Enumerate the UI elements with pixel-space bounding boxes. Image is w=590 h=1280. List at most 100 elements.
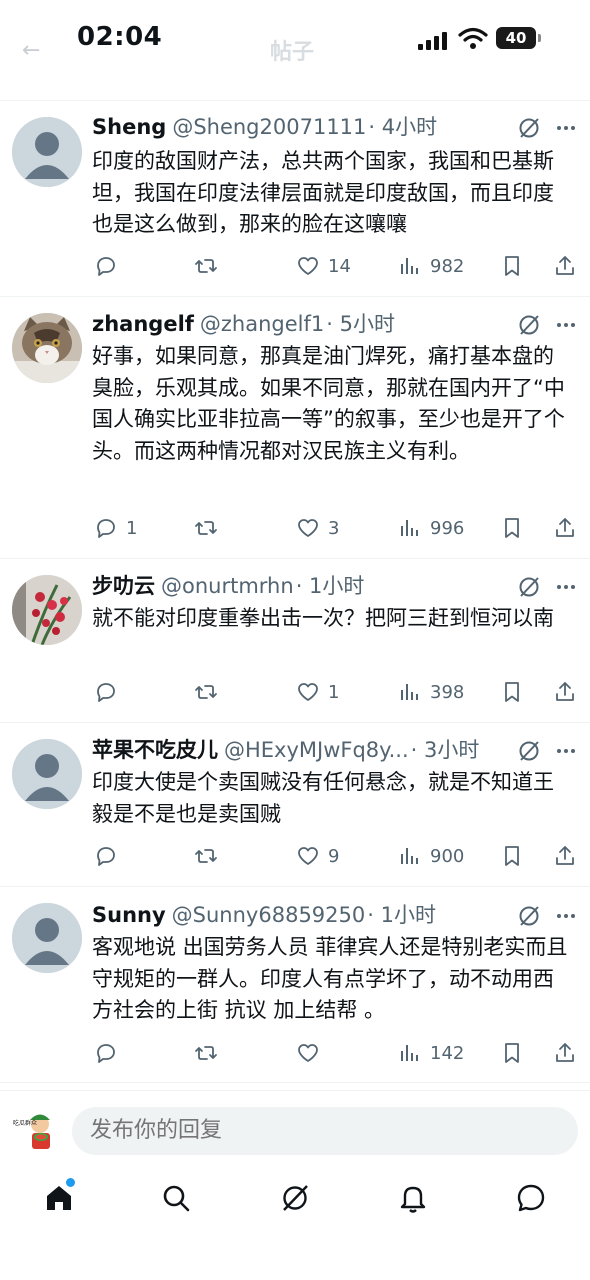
handle[interactable]: @onurtmrhn: [161, 574, 294, 598]
repost-button[interactable]: [194, 251, 226, 281]
display-name[interactable]: 步叻云: [92, 574, 155, 598]
grok-icon[interactable]: [517, 739, 541, 763]
reply-icon: [97, 257, 115, 276]
grok-icon[interactable]: [517, 313, 541, 337]
handle[interactable]: @Sheng20071111: [172, 115, 366, 139]
display-name[interactable]: 苹果不吃皮儿: [92, 738, 218, 762]
grok-icon[interactable]: [517, 116, 541, 140]
views-button[interactable]: 900: [398, 841, 464, 871]
tab-grok[interactable]: [279, 1182, 311, 1214]
display-name[interactable]: Sheng: [92, 115, 166, 139]
like-button[interactable]: 14: [296, 251, 351, 281]
reply-button[interactable]: 1: [94, 513, 137, 543]
default-avatar[interactable]: [12, 903, 82, 973]
reply-icon: [97, 847, 115, 866]
share-button[interactable]: [553, 1038, 577, 1068]
reply-button[interactable]: [94, 841, 126, 871]
back-arrow-icon[interactable]: ←: [22, 38, 40, 63]
battery-tip: [538, 34, 541, 42]
status-time: 02:04: [77, 22, 163, 52]
repost-button[interactable]: [194, 841, 226, 871]
views-button[interactable]: 398: [398, 677, 464, 707]
views-button[interactable]: 142: [398, 1038, 464, 1068]
my-avatar[interactable]: 吃瓜群众: [12, 1107, 58, 1153]
bookmark-icon: [505, 1043, 519, 1063]
like-button[interactable]: 9: [296, 841, 339, 871]
reply-post[interactable]: 步叻云 @onurtmrhn· 1小时 就不能对印度重拳出击一次？把阿三赶到恒河以…: [0, 559, 590, 723]
repost-button[interactable]: [194, 1038, 226, 1068]
bookmark-button[interactable]: [500, 1038, 524, 1068]
view-count: 982: [430, 255, 465, 277]
bookmark-button[interactable]: [500, 251, 524, 281]
share-button[interactable]: [553, 677, 577, 707]
view-count: 996: [430, 517, 465, 539]
messages-icon: [517, 1184, 545, 1212]
share-button[interactable]: [553, 513, 577, 543]
more-options-icon[interactable]: [556, 906, 576, 926]
post-text: 印度的敌国财产法，总共两个国家，我国和巴基斯坦，我国在印度法律层面就是印度敌国，…: [92, 149, 554, 237]
bookmark-button[interactable]: [500, 677, 524, 707]
share-icon: [556, 1043, 574, 1062]
like-button[interactable]: 3: [296, 513, 339, 543]
reply-button[interactable]: [94, 251, 126, 281]
avatar-caption: 吃瓜群众: [13, 1119, 37, 1127]
post-text: 好事，如果同意，那真是油门焊死，痛打基本盘的臭脸，乐观其成。如果不同意，那就在国…: [92, 344, 565, 463]
grok-icon[interactable]: [517, 904, 541, 928]
status-bar: ← 帖子 02:04 40: [0, 0, 590, 80]
views-chart-icon: [401, 1045, 418, 1061]
post-time: · 4小时: [368, 115, 438, 139]
like-button[interactable]: [296, 1038, 328, 1068]
tab-messages[interactable]: [515, 1182, 547, 1214]
share-button[interactable]: [553, 841, 577, 871]
like-button[interactable]: 1: [296, 677, 339, 707]
page-title: 帖子: [270, 40, 315, 65]
bookmark-icon: [505, 256, 519, 276]
more-options-icon[interactable]: [556, 315, 576, 335]
display-name[interactable]: zhangelf: [92, 312, 194, 336]
views-button[interactable]: 996: [398, 513, 464, 543]
default-avatar[interactable]: [12, 117, 82, 187]
share-button[interactable]: [553, 251, 577, 281]
repost-button[interactable]: [194, 513, 226, 543]
default-avatar[interactable]: [12, 739, 82, 809]
bookmark-icon: [505, 846, 519, 866]
tab-notifications[interactable]: [397, 1182, 429, 1214]
cat-avatar[interactable]: [12, 313, 82, 383]
repost-button[interactable]: [194, 677, 226, 707]
handle[interactable]: @HExyMJwFq8y...: [224, 738, 409, 762]
repost-icon: [195, 849, 217, 863]
views-button[interactable]: 982: [398, 251, 464, 281]
cellular-signal-icon: [418, 32, 447, 50]
heart-icon: [298, 847, 318, 865]
flower-avatar[interactable]: [12, 575, 82, 645]
post-time: · 1小时: [367, 903, 436, 927]
notification-dot: [66, 1178, 75, 1187]
reply-button[interactable]: [94, 1038, 126, 1068]
post-actions: 142: [0, 1038, 590, 1068]
reply-post[interactable]: Sunny @Sunny68859250· 1小时 客观地说 出国劳务人员 菲律宾…: [0, 887, 590, 1083]
search-icon: [163, 1185, 190, 1212]
more-options-icon[interactable]: [556, 577, 576, 597]
post-header: Sunny @Sunny68859250· 1小时: [92, 900, 512, 930]
display-name[interactable]: Sunny: [92, 903, 166, 927]
share-icon: [556, 256, 574, 275]
bookmark-button[interactable]: [500, 513, 524, 543]
reply-post[interactable]: Sheng @Sheng20071111· 4小时 印度的敌国财产法，总共两个国家…: [0, 101, 590, 297]
grok-icon[interactable]: [517, 575, 541, 599]
reply-post[interactable]: 苹果不吃皮儿 @HExyMJwFq8y...· 3小时 印度大使是个卖国贼没有任何…: [0, 723, 590, 887]
bookmark-button[interactable]: [500, 841, 524, 871]
heart-icon: [298, 683, 318, 701]
handle[interactable]: @zhangelf1: [200, 312, 324, 336]
post-text: 印度大使是个卖国贼没有任何悬念，就是不知道王毅是不是也是卖国贼: [92, 770, 554, 826]
reply-button[interactable]: [94, 677, 126, 707]
reply-post[interactable]: zhangelf @zhangelf1· 5小时 好事，如果同意，那真是油门焊死，…: [0, 297, 590, 559]
handle[interactable]: @Sunny68859250: [172, 903, 366, 927]
post-time: · 3小时: [410, 738, 480, 762]
tab-search[interactable]: [160, 1182, 192, 1214]
more-options-icon[interactable]: [556, 118, 576, 138]
post-header: 苹果不吃皮儿 @HExyMJwFq8y...· 3小时: [92, 735, 512, 765]
post-header: Sheng @Sheng20071111· 4小时: [92, 112, 512, 142]
reply-input[interactable]: [72, 1107, 578, 1155]
views-chart-icon: [401, 520, 418, 536]
more-options-icon[interactable]: [556, 741, 576, 761]
